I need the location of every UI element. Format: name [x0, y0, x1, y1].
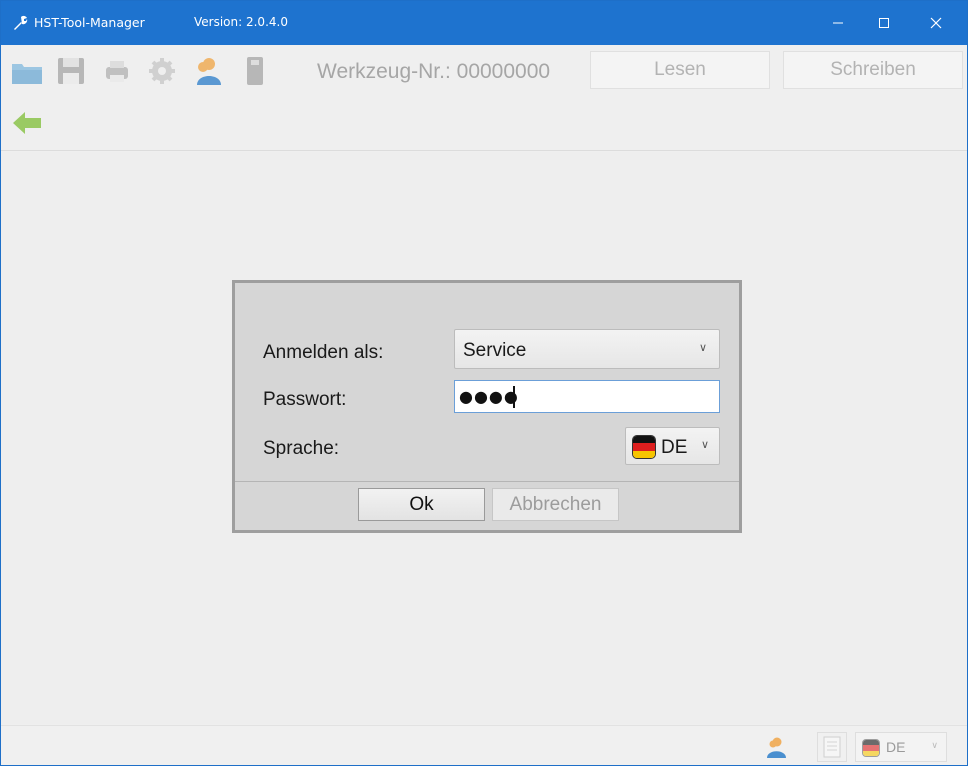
maximize-icon	[879, 18, 889, 28]
chevron-down-icon: ∨	[931, 741, 938, 751]
user-icon	[767, 737, 786, 758]
read-button[interactable]: Lesen	[590, 51, 770, 89]
user-icon[interactable]	[189, 53, 225, 89]
app-window: HST-Tool-Manager Version: 2.0.4.0 Werkze…	[0, 0, 968, 766]
chevron-down-icon: ∨	[698, 341, 707, 354]
cancel-button[interactable]: Abbrechen	[492, 488, 619, 521]
close-icon	[930, 17, 942, 29]
title-bar: HST-Tool-Manager Version: 2.0.4.0	[1, 1, 967, 45]
german-flag-icon	[862, 739, 880, 757]
write-button[interactable]: Schreiben	[783, 51, 963, 89]
settings-gear-icon[interactable]	[144, 53, 180, 89]
back-arrow-icon[interactable]	[11, 109, 43, 137]
language-select[interactable]: DE ∨	[625, 427, 720, 465]
chevron-down-icon: ∨	[700, 438, 709, 451]
password-field[interactable]: ●●●●	[454, 380, 720, 413]
statusbar-language-value: DE	[886, 739, 906, 755]
status-bar: DE ∨	[1, 725, 967, 765]
save-icon[interactable]	[53, 53, 89, 89]
login-dialog: Anmelden als: Service ∨ Passwort: ●●●● S…	[232, 280, 742, 533]
password-label: Passwort:	[263, 389, 347, 410]
german-flag-icon	[632, 435, 656, 459]
minimize-button[interactable]	[815, 1, 861, 45]
login-as-select[interactable]: Service ∨	[454, 329, 720, 369]
document-button[interactable]	[817, 732, 847, 762]
print-icon[interactable]	[99, 53, 135, 89]
document-icon	[823, 736, 841, 758]
login-as-label: Anmelden als:	[263, 342, 384, 363]
ok-button[interactable]: Ok	[358, 488, 485, 521]
navigation-row	[1, 97, 967, 151]
folder-open-icon[interactable]	[9, 53, 45, 89]
login-as-value: Service	[463, 340, 527, 361]
dialog-divider	[235, 481, 739, 482]
close-button[interactable]	[913, 1, 959, 45]
tool-number-label: Werkzeug-Nr.: 00000000	[317, 60, 551, 83]
version-label: Version: 2.0.4.0	[194, 15, 288, 29]
usb-stick-icon[interactable]	[237, 53, 273, 89]
statusbar-language-select[interactable]: DE ∨	[855, 732, 947, 762]
language-label: Sprache:	[263, 438, 340, 459]
minimize-icon	[833, 22, 843, 24]
maximize-button[interactable]	[861, 1, 907, 45]
password-value: ●●●●	[459, 387, 519, 406]
wrench-icon	[14, 15, 28, 30]
window-title: HST-Tool-Manager	[34, 15, 145, 30]
text-caret	[513, 386, 515, 408]
language-value: DE	[661, 437, 688, 458]
